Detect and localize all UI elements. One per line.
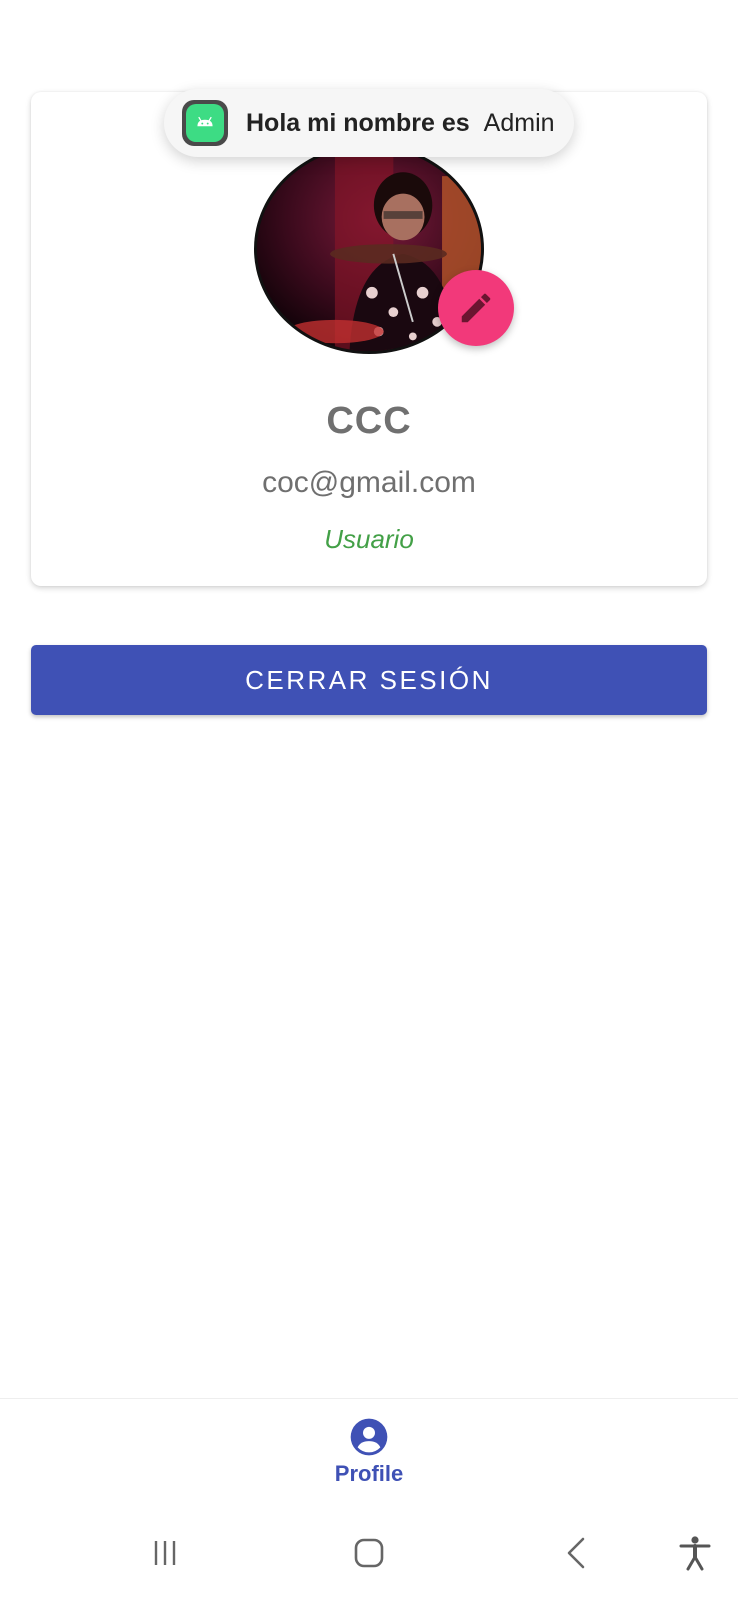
logout-button[interactable]: CERRAR SESIÓN [31,645,707,715]
android-app-icon [182,100,228,146]
user-role: Usuario [324,524,414,554]
nav-item-profile[interactable]: Profile [319,1417,419,1497]
accessibility-icon[interactable] [670,1528,720,1578]
user-email: coc@gmail.com [262,466,476,499]
back-icon[interactable] [552,1528,602,1578]
nav-label-profile: Profile [334,1461,404,1486]
pencil-icon [461,293,491,323]
profile-card: CCC coc@gmail.com Usuario [31,92,707,586]
system-navigation-bar [0,1508,738,1600]
recents-icon[interactable] [140,1528,190,1578]
toast-message: Hola mi nombre es Admin [164,89,574,157]
user-name: CCC [326,400,412,442]
toast-title: Hola mi nombre es [246,108,470,137]
toast-value: Admin [483,108,555,137]
bottom-navigation: Profile [0,1398,738,1509]
account-circle-icon [350,1418,388,1456]
edit-photo-button[interactable] [438,270,514,346]
home-icon[interactable] [344,1528,394,1578]
